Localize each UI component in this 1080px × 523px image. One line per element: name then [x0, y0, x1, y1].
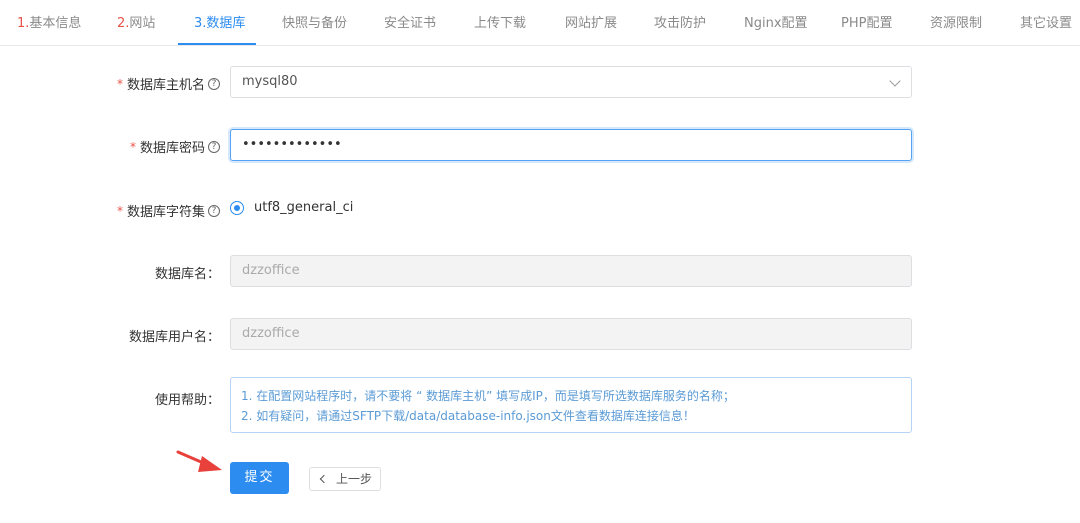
db-charset-label-text: 数据库字符集	[126, 205, 205, 220]
tab-label: 上传下载	[474, 16, 527, 31]
db-user-value: dzzoffice	[242, 326, 300, 341]
db-host-label: * 数据库主机名 ?	[117, 74, 220, 93]
tab-ssl-cert[interactable]: 安全证书	[384, 0, 436, 46]
active-tab-indicator	[178, 43, 256, 45]
tab-number: 1.	[17, 16, 30, 31]
help-circle-icon[interactable]: ?	[208, 77, 220, 90]
chevron-left-icon	[319, 474, 329, 484]
tab-label: 网站扩展	[565, 16, 618, 31]
tab-label: Nginx配置	[744, 16, 808, 31]
tab-basic-info[interactable]: 1.基本信息	[17, 0, 81, 46]
db-user-input: dzzoffice	[230, 318, 912, 350]
required-mark: *	[116, 203, 123, 218]
tab-php-config[interactable]: PHP配置	[841, 0, 892, 46]
chevron-down-icon	[889, 75, 901, 87]
db-charset-label: * 数据库字符集 ?	[117, 201, 220, 220]
tab-database[interactable]: 3.数据库	[194, 0, 245, 46]
tab-label: 资源限制	[930, 16, 983, 31]
required-mark: *	[129, 139, 136, 154]
help-label-text: 使用帮助：	[154, 393, 220, 408]
radio-checked-icon[interactable]	[230, 200, 244, 215]
db-password-input[interactable]: •••••••••••••	[230, 129, 912, 161]
charset-option-label: utf8_general_ci	[254, 200, 354, 215]
tab-number: 2.	[117, 16, 130, 31]
tab-bar: 1.基本信息 2.网站 3.数据库 快照与备份 安全证书 上传下载 网站扩展 攻…	[0, 0, 1080, 46]
db-host-select[interactable]: mysql80	[230, 66, 912, 98]
tab-upload-download[interactable]: 上传下载	[474, 0, 526, 46]
tab-website[interactable]: 2.网站	[117, 0, 155, 46]
help-circle-icon[interactable]: ?	[208, 204, 220, 217]
help-line: 2. 如有疑问，请通过SFTP下载/data/database-info.jso…	[241, 409, 695, 423]
tab-label: 其它设置	[1020, 16, 1073, 31]
help-box: 1. 在配置网站程序时，请不要将 “ 数据库主机” 填写成IP，而是填写所选数据…	[230, 377, 912, 433]
tab-label: 攻击防护	[654, 16, 707, 31]
db-name-label-text: 数据库名：	[154, 267, 220, 282]
previous-step-button[interactable]: 上一步	[309, 467, 381, 491]
tab-other-settings[interactable]: 其它设置	[1020, 0, 1072, 46]
db-user-label: 数据库用户名：	[129, 326, 220, 345]
db-password-label-text: 数据库密码	[139, 141, 205, 156]
tab-resource-limits[interactable]: 资源限制	[930, 0, 982, 46]
charset-radio-option[interactable]: utf8_general_ci	[230, 200, 353, 215]
required-mark: *	[116, 76, 123, 91]
previous-step-label: 上一步	[336, 472, 373, 486]
tab-site-extensions[interactable]: 网站扩展	[565, 0, 617, 46]
submit-button[interactable]: 提交	[230, 462, 289, 494]
tab-label: PHP配置	[841, 16, 893, 31]
tab-number: 3.	[194, 16, 207, 31]
db-host-label-text: 数据库主机名	[126, 78, 205, 93]
help-circle-icon[interactable]: ?	[208, 140, 220, 153]
tab-label: 安全证书	[384, 16, 437, 31]
db-name-value: dzzoffice	[242, 263, 300, 278]
db-password-label: * 数据库密码 ?	[130, 137, 220, 156]
db-password-value: •••••••••••••	[242, 137, 342, 152]
tab-label: 数据库	[206, 16, 246, 31]
tab-attack-protection[interactable]: 攻击防护	[654, 0, 706, 46]
tab-label: 网站	[129, 16, 156, 31]
tab-label: 快照与备份	[282, 16, 348, 31]
red-pointer-arrow-icon	[176, 450, 222, 472]
db-name-input: dzzoffice	[230, 255, 912, 287]
db-host-value: mysql80	[242, 74, 298, 89]
help-line: 1. 在配置网站程序时，请不要将 “ 数据库主机” 填写成IP，而是填写所选数据…	[241, 389, 735, 403]
db-user-label-text: 数据库用户名：	[128, 330, 220, 345]
tab-nginx-config[interactable]: Nginx配置	[744, 0, 808, 46]
tab-label: 基本信息	[29, 16, 82, 31]
db-name-label: 数据库名：	[155, 263, 220, 282]
tab-snapshot-backup[interactable]: 快照与备份	[282, 0, 347, 46]
help-label: 使用帮助：	[155, 389, 220, 408]
